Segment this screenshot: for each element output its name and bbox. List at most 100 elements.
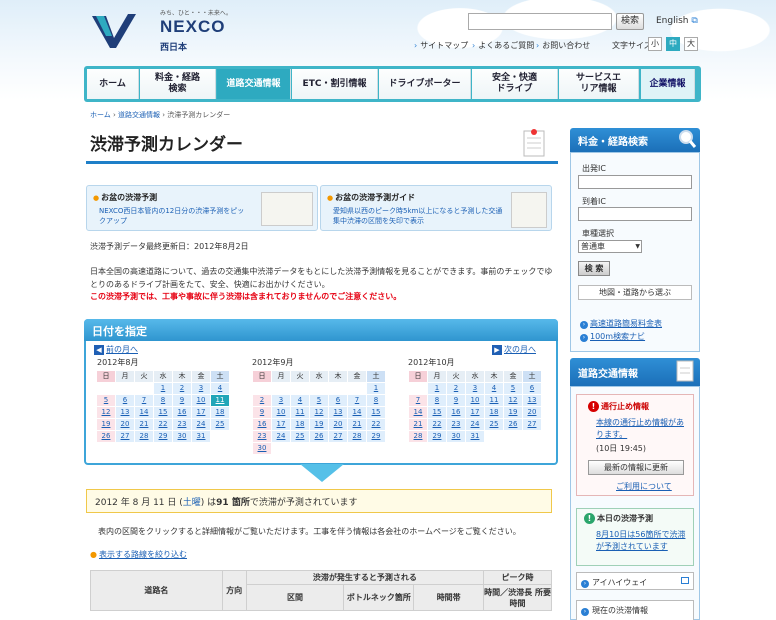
calendar-day[interactable]: 29 <box>366 430 386 443</box>
filter-routes-link[interactable]: 表示する路線を絞り込む <box>90 549 187 560</box>
calendar-day[interactable]: 4 <box>484 382 504 395</box>
calendar-day[interactable]: 22 <box>366 418 386 431</box>
calendar-day[interactable]: 27 <box>522 418 542 431</box>
sitemap-link[interactable]: サイトマップ <box>414 40 468 51</box>
calendar-day[interactable]: 7 <box>347 394 367 407</box>
calendar-day[interactable]: 5 <box>309 394 329 407</box>
calendar-day[interactable]: 23 <box>172 418 192 431</box>
to-ic-input[interactable] <box>578 207 692 221</box>
calendar-day[interactable]: 25 <box>290 430 310 443</box>
calendar-day[interactable]: 2 <box>172 382 192 395</box>
calendar-day[interactable]: 8 <box>153 394 173 407</box>
calendar-day[interactable]: 31 <box>191 430 211 443</box>
calendar-day[interactable]: 26 <box>503 418 523 431</box>
calendar-day[interactable]: 1 <box>153 382 173 395</box>
obon-forecast-banner[interactable]: お盆の渋滞予測 NEXCO西日本管内の12日分の渋滞予測をピックアップ <box>86 185 318 231</box>
refresh-info-button[interactable]: 最新の情報に更新 <box>588 460 684 475</box>
closure-link[interactable]: 本線の通行止め情報があります。 <box>596 417 690 441</box>
calendar-day[interactable]: 27 <box>115 430 135 443</box>
calendar-day[interactable]: 3 <box>191 382 211 395</box>
calendar-day[interactable]: 23 <box>252 430 272 443</box>
calendar-day[interactable]: 11 <box>290 406 310 419</box>
calendar-day[interactable]: 16 <box>446 406 466 419</box>
calendar-day[interactable]: 24 <box>271 430 291 443</box>
select-from-map-button[interactable]: 地図・道路から選ぶ <box>578 285 692 300</box>
calendar-day[interactable]: 18 <box>290 418 310 431</box>
fontsize-large-button[interactable]: 大 <box>684 37 698 51</box>
calendar-day[interactable]: 6 <box>522 382 542 395</box>
next-month-link[interactable]: ▶ 次の月へ <box>492 344 536 355</box>
calendar-day[interactable]: 9 <box>252 406 272 419</box>
calendar-day[interactable]: 14 <box>347 406 367 419</box>
calendar-day[interactable]: 29 <box>153 430 173 443</box>
calendar-day[interactable]: 10 <box>465 394 485 407</box>
breadcrumb-traffic[interactable]: 道路交通情報 <box>118 111 160 119</box>
calendar-day[interactable]: 28 <box>408 430 428 443</box>
calendar-day[interactable]: 19 <box>309 418 329 431</box>
site-search-button[interactable]: 検索 <box>616 13 644 30</box>
calendar-day[interactable]: 17 <box>465 406 485 419</box>
calendar-day[interactable]: 28 <box>134 430 154 443</box>
usage-link[interactable]: ご利用について <box>616 481 672 492</box>
calendar-day[interactable]: 3 <box>271 394 291 407</box>
calendar-day[interactable]: 19 <box>96 418 116 431</box>
calendar-day[interactable]: 13 <box>522 394 542 407</box>
100m-navi-link[interactable]: 100m検索ナビ <box>580 331 645 342</box>
nav-home[interactable]: ホーム <box>87 69 139 99</box>
calendar-day[interactable]: 8 <box>427 394 447 407</box>
car-type-select[interactable]: 普通車 <box>578 240 642 253</box>
breadcrumb-home[interactable]: ホーム <box>90 111 111 119</box>
calendar-day[interactable]: 17 <box>271 418 291 431</box>
obon-guide-banner[interactable]: お盆の渋滞予測ガイド 愛知県以西のピーク時5km以上になると予測した交通集中渋滞… <box>320 185 552 231</box>
calendar-day[interactable]: 30 <box>252 442 272 455</box>
calendar-day[interactable]: 21 <box>347 418 367 431</box>
english-link[interactable]: English ⧉ <box>656 16 698 26</box>
calendar-day[interactable]: 10 <box>191 394 211 407</box>
nav-etc[interactable]: ETC・割引情報 <box>292 69 378 99</box>
calendar-day[interactable]: 22 <box>153 418 173 431</box>
calendar-day[interactable]: 30 <box>172 430 192 443</box>
calendar-day[interactable]: 20 <box>115 418 135 431</box>
calendar-day[interactable]: 24 <box>465 418 485 431</box>
calendar-day[interactable]: 21 <box>134 418 154 431</box>
nav-fare-route[interactable]: 料金・経路検索 <box>140 69 216 99</box>
calendar-day[interactable]: 4 <box>210 382 230 395</box>
calendar-day[interactable]: 5 <box>96 394 116 407</box>
calendar-day[interactable]: 6 <box>115 394 135 407</box>
calendar-day[interactable]: 2 <box>252 394 272 407</box>
fontsize-medium-button[interactable]: 中 <box>666 37 680 51</box>
calendar-day[interactable]: 7 <box>134 394 154 407</box>
calendar-day[interactable]: 15 <box>427 406 447 419</box>
calendar-day[interactable]: 30 <box>446 430 466 443</box>
nav-safety[interactable]: 安全・快適ドライブ <box>472 69 558 99</box>
calendar-day[interactable]: 6 <box>328 394 348 407</box>
calendar-day[interactable]: 15 <box>153 406 173 419</box>
calendar-day[interactable]: 13 <box>328 406 348 419</box>
calendar-day[interactable]: 14 <box>408 406 428 419</box>
calendar-day[interactable]: 1 <box>366 382 386 395</box>
calendar-day[interactable]: 11 <box>484 394 504 407</box>
logo-name[interactable]: NEXCO <box>160 17 225 37</box>
calendar-day[interactable]: 21 <box>408 418 428 431</box>
calendar-day[interactable]: 17 <box>191 406 211 419</box>
nav-service-area[interactable]: サービスエリア情報 <box>559 69 639 99</box>
calendar-day[interactable]: 18 <box>484 406 504 419</box>
calendar-day[interactable]: 1 <box>427 382 447 395</box>
calendar-day[interactable]: 28 <box>347 430 367 443</box>
calendar-day[interactable]: 26 <box>309 430 329 443</box>
today-forecast-link[interactable]: 8月10日は56箇所で渋滞が予測されています <box>596 529 690 553</box>
prev-month-link[interactable]: ◀ 前の月へ <box>94 344 138 355</box>
nav-drive-porter[interactable]: ドライブポーター <box>379 69 471 99</box>
calendar-day[interactable]: 20 <box>522 406 542 419</box>
calendar-day[interactable]: 15 <box>366 406 386 419</box>
fontsize-small-button[interactable]: 小 <box>648 37 662 51</box>
calendar-day[interactable]: 23 <box>446 418 466 431</box>
calendar-day[interactable]: 25 <box>484 418 504 431</box>
route-search-button[interactable]: 検 索 <box>578 261 610 276</box>
calendar-day[interactable]: 18 <box>210 406 230 419</box>
calendar-day[interactable]: 2 <box>446 382 466 395</box>
calendar-day[interactable]: 27 <box>328 430 348 443</box>
calendar-day[interactable]: 12 <box>96 406 116 419</box>
calendar-day[interactable]: 12 <box>309 406 329 419</box>
calendar-day[interactable]: 9 <box>172 394 192 407</box>
